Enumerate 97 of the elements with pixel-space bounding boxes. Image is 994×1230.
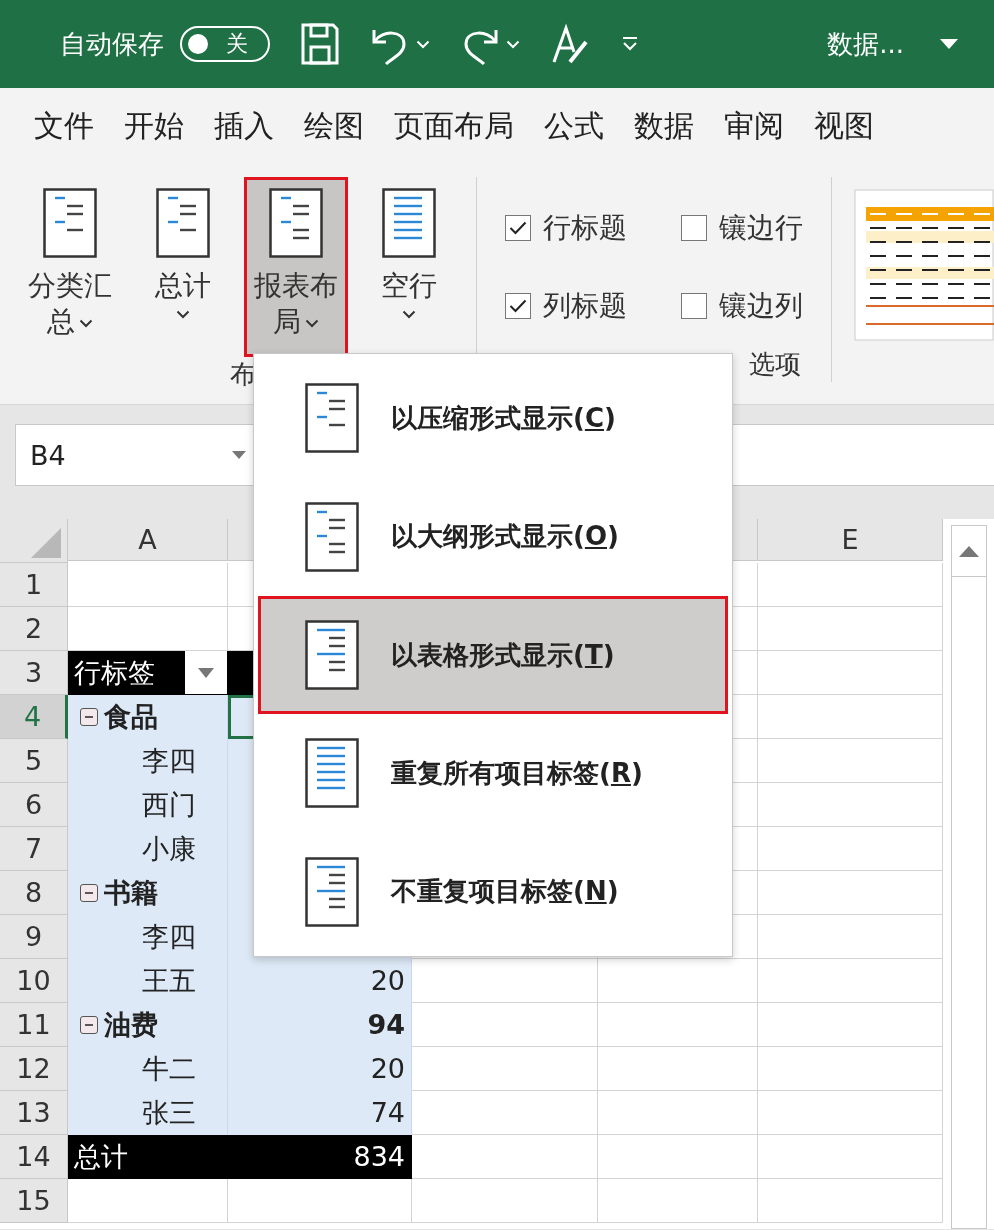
document-icon [305,383,359,454]
checkbox[interactable] [504,293,531,319]
scroll-up-button[interactable] [950,525,987,577]
caret-icon [198,667,214,678]
collapse-button[interactable] [80,707,98,726]
ribbon-tab[interactable]: 视图 [814,106,888,147]
table-cell-text: 张三 [142,1095,197,1130]
ribbon-button[interactable]: 空行 [356,177,462,357]
table-cell-text: 总计 [74,1139,129,1174]
ribbon-tab[interactable]: 开始 [124,106,198,147]
caret-icon [176,310,191,320]
table-style-icon[interactable] [854,189,994,341]
save-icon[interactable] [300,22,340,66]
document-icon [156,188,211,258]
menu-item[interactable]: 重复所有项目标签(R) [258,714,728,833]
ribbon-tab[interactable]: 审阅 [724,106,798,147]
document-icon [305,620,359,690]
document-icon [305,738,359,809]
ribbon-tab[interactable]: 页面布局 [394,106,528,147]
caret-icon [401,310,416,320]
caret-icon[interactable] [506,39,520,49]
caret-icon [232,451,246,459]
collapse-button[interactable] [80,1015,98,1034]
autosave-label: 自动保存 [60,27,164,61]
ribbon-button[interactable]: 分类汇总 [18,177,123,357]
menu-item[interactable]: 不重复项目标签(N) [258,832,728,952]
checkmark-icon [508,221,527,235]
ribbon-button[interactable]: 总计 [130,177,236,357]
table-cell-text: 王五 [142,963,197,998]
checkbox[interactable] [680,293,707,319]
table-cell-text: 行标签 [74,655,155,690]
document-icon [381,188,436,258]
document-icon [269,188,323,258]
row-header[interactable]: 1 [0,563,68,607]
table-cell-text: 油费 [104,1007,159,1042]
checkbox-label: 列标题 [542,288,627,324]
ribbon-tab[interactable]: 绘图 [304,106,378,147]
row-header[interactable]: 15 [0,1179,68,1223]
column-header[interactable]: E [758,519,943,561]
ribbon-tab[interactable]: 插入 [214,106,288,147]
row-header[interactable]: 13 [0,1091,68,1135]
ribbon-tab[interactable]: 文件 [34,106,108,147]
collapse-button[interactable] [80,883,98,902]
row-header[interactable]: 5 [0,739,68,783]
table-cell: 20 [228,959,412,1003]
table-cell: 834 [228,1135,412,1179]
pen-icon[interactable] [550,22,590,66]
table-cell: 74 [228,1091,412,1135]
file-name: 数据... [827,27,904,61]
triangle-icon [31,528,61,558]
menu-item[interactable]: 以表格形式显示(T) [258,595,728,715]
table-cell-text: 书籍 [104,875,159,910]
caret-icon [305,318,319,328]
autosave-toggle[interactable]: 关 [180,26,270,62]
checkbox-label: 镶边行 [718,210,803,246]
group-label: 布 [229,358,256,391]
ribbon-tab[interactable]: 公式 [544,106,618,147]
name-box[interactable]: B4 [15,424,255,486]
filter-button[interactable] [185,651,227,694]
row-header[interactable]: 7 [0,827,68,871]
document-icon [43,188,98,258]
caret-icon [79,318,94,328]
row-header[interactable]: 9 [0,915,68,959]
table-cell-text: 西门 [142,787,197,822]
ribbon-tab[interactable]: 数据 [634,106,708,147]
checkbox[interactable] [680,215,707,241]
row-header[interactable]: 6 [0,783,68,827]
table-cell-text: 李四 [142,743,197,778]
group-label: 选项 [748,348,802,381]
table-cell-text: 牛二 [142,1051,197,1086]
menu-item[interactable]: 以压缩形式显示(C) [258,359,728,478]
dropdown-icon[interactable] [940,39,958,49]
row-header[interactable]: 4 [0,695,68,739]
row-header[interactable]: 3 [0,651,68,695]
customize-icon[interactable] [620,36,640,52]
ribbon-button[interactable]: 报表布局 [243,177,349,357]
checkbox-label: 行标题 [542,210,627,246]
up-arrow-icon [958,545,979,557]
row-header[interactable]: 2 [0,607,68,651]
caret-icon[interactable] [416,39,430,49]
row-header[interactable]: 11 [0,1003,68,1047]
checkbox-label: 镶边列 [718,288,803,324]
row-header[interactable]: 14 [0,1135,68,1179]
table-cell: 20 [228,1047,412,1091]
row-header[interactable]: 10 [0,959,68,1003]
row-header[interactable]: 12 [0,1047,68,1091]
document-icon [305,501,359,572]
table-cell-text: 食品 [104,699,159,734]
document-icon [305,856,359,927]
row-header[interactable]: 8 [0,871,68,915]
table-cell: 94 [228,1003,412,1047]
table-cell-text: 小康 [142,831,197,866]
checkbox[interactable] [504,215,531,241]
table-cell-text: 李四 [142,919,197,954]
checkmark-icon [508,299,527,313]
menu-item[interactable]: 以大纲形式显示(O) [258,477,728,596]
column-header[interactable]: A [68,519,228,561]
